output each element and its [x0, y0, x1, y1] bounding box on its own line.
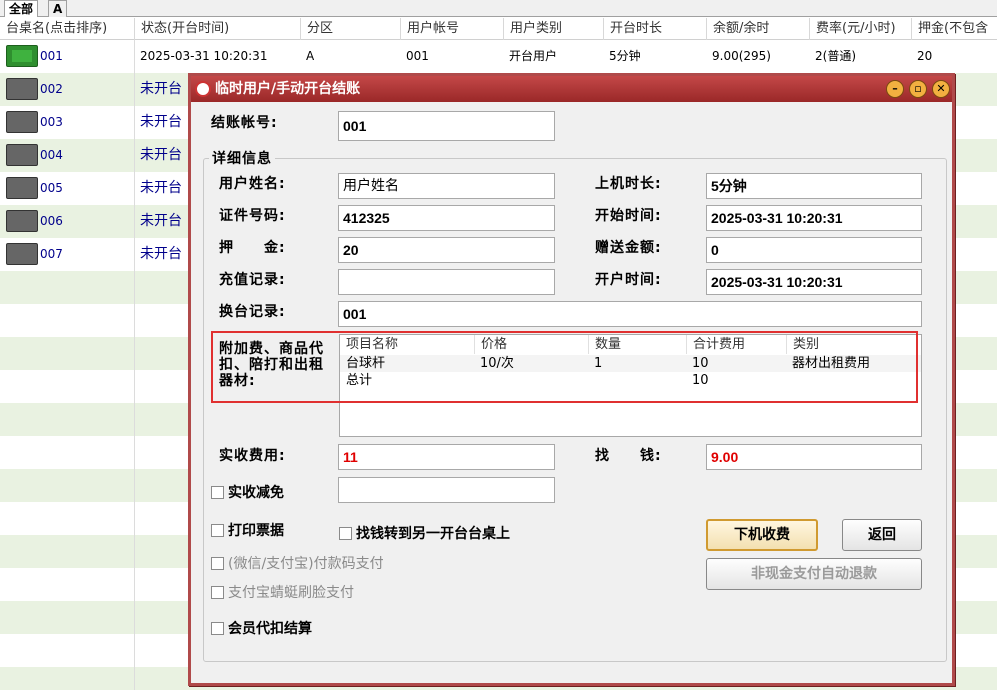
pool-table-icon: [6, 210, 38, 232]
highlight-box: [211, 331, 918, 403]
close-icon[interactable]: ✕: [932, 80, 950, 98]
alipay-face-label: 支付宝蜻蜓刷脸支付: [228, 585, 354, 601]
pool-table-icon: [6, 78, 38, 100]
gift-amount-field[interactable]: 0: [706, 237, 922, 263]
row-table-name: 006: [40, 214, 63, 228]
row-table-name: 001: [40, 49, 63, 63]
table-header: 台桌名(点击排序) 状态(开台时间) 分区 用户帐号 用户类别 开台时长 余额/…: [0, 18, 997, 40]
row-table-name: 002: [40, 82, 63, 96]
pool-table-icon: [6, 243, 38, 265]
checkbox-box[interactable]: [211, 523, 224, 537]
wechat-pay-label: (微信/支付宝)付款码支付: [228, 556, 384, 572]
row-zone: A: [306, 49, 315, 63]
row-table-name: 004: [40, 148, 63, 162]
open-time-label: 开户时间:: [595, 272, 662, 288]
col-header-zone[interactable]: 分区: [300, 18, 400, 40]
maximize-icon[interactable]: ▫: [909, 80, 927, 98]
column-divider: [134, 40, 135, 690]
deposit-field[interactable]: 20: [338, 237, 555, 263]
reduce-field[interactable]: [338, 477, 555, 503]
col-header-status[interactable]: 状态(开台时间): [134, 18, 300, 40]
row-status: 未开台: [140, 147, 182, 163]
row-account: 001: [406, 49, 429, 63]
checkout-button[interactable]: 下机收费: [706, 519, 818, 551]
pool-table-icon: [6, 111, 38, 133]
member-checkout-checkbox[interactable]: 会员代扣结算: [211, 618, 312, 638]
row-table-name: 007: [40, 247, 63, 261]
pool-table-icon: [6, 177, 38, 199]
pool-table-icon: [6, 144, 38, 166]
wechat-pay-checkbox[interactable]: (微信/支付宝)付款码支付: [211, 553, 384, 573]
row-status: 未开台: [140, 114, 182, 130]
actual-fee-field[interactable]: 11: [338, 444, 555, 470]
col-header-balance[interactable]: 余额/余时: [706, 18, 809, 40]
row-duration: 5分钟: [609, 49, 641, 63]
recharge-field[interactable]: [338, 269, 555, 295]
col-header-deposit[interactable]: 押金(不包含: [911, 18, 997, 40]
dialog-title-bar[interactable]: 临时用户/手动开台结账 – ▫ ✕: [191, 76, 952, 102]
col-header-table-name[interactable]: 台桌名(点击排序): [0, 18, 134, 40]
row-status: 未开台: [140, 213, 182, 229]
checkbox-box[interactable]: [339, 526, 352, 540]
alipay-face-checkbox[interactable]: 支付宝蜻蜓刷脸支付: [211, 582, 354, 602]
row-deposit: 20: [917, 49, 933, 63]
checkbox-box[interactable]: [211, 585, 224, 599]
open-time-field[interactable]: 2025-03-31 10:20:31: [706, 269, 922, 295]
deposit-label: 押 金:: [219, 240, 286, 256]
duration-label: 上机时长:: [595, 176, 662, 192]
auto-refund-button[interactable]: 非现金支付自动退款: [706, 558, 922, 590]
duration-field[interactable]: 5分钟: [706, 173, 922, 199]
actual-fee-label: 实收费用:: [219, 448, 286, 464]
row-user-type: 开台用户: [509, 49, 558, 63]
row-status: 未开台: [140, 81, 182, 97]
row-status: 未开台: [140, 246, 182, 262]
transfer-change-label: 找钱转到另一开台台桌上: [356, 526, 510, 542]
id-number-field[interactable]: 412325: [338, 205, 555, 231]
gift-amount-label: 赠送金额:: [595, 240, 662, 256]
detail-group-label: 详细信息: [209, 148, 275, 168]
start-time-field[interactable]: 2025-03-31 10:20:31: [706, 205, 922, 231]
col-header-user-type[interactable]: 用户类别: [503, 18, 603, 40]
change-table-field[interactable]: 001: [338, 301, 922, 327]
pool-table-icon: [6, 45, 38, 67]
checkbox-box[interactable]: [211, 556, 224, 570]
back-button[interactable]: 返回: [842, 519, 922, 551]
row-rate: 2(普通): [815, 49, 856, 63]
table-row[interactable]: 001 2025-03-31 10:20:31 A 001 开台用户 5分钟 9…: [0, 40, 997, 73]
minimize-icon[interactable]: –: [886, 80, 904, 98]
print-receipt-checkbox[interactable]: 打印票据: [211, 520, 284, 540]
reduce-checkbox-label: 实收减免: [228, 485, 284, 501]
row-balance: 9.00(295): [712, 49, 771, 63]
tab-a[interactable]: A: [48, 0, 68, 17]
app-icon: [195, 81, 211, 97]
col-header-account[interactable]: 用户帐号: [400, 18, 503, 40]
tab-bar: 全部 A: [0, 0, 997, 17]
checkbox-box[interactable]: [211, 485, 224, 499]
username-label: 用户姓名:: [219, 176, 286, 192]
tab-all[interactable]: 全部: [4, 0, 39, 17]
print-receipt-label: 打印票据: [228, 523, 284, 539]
change-money-label: 找 钱:: [595, 448, 662, 464]
checkbox-box[interactable]: [211, 621, 224, 635]
account-field[interactable]: 001: [338, 111, 555, 141]
id-number-label: 证件号码:: [219, 208, 286, 224]
reduce-checkbox[interactable]: 实收减免: [211, 482, 284, 502]
member-checkout-label: 会员代扣结算: [228, 621, 312, 637]
row-table-name: 005: [40, 181, 63, 195]
row-status: 2025-03-31 10:20:31: [140, 49, 268, 63]
transfer-change-checkbox[interactable]: 找钱转到另一开台台桌上: [339, 523, 510, 543]
col-header-rate[interactable]: 费率(元/小时): [809, 18, 911, 40]
change-money-field[interactable]: 9.00: [706, 444, 922, 470]
dialog-title: 临时用户/手动开台结账: [215, 81, 361, 97]
recharge-label: 充值记录:: [219, 272, 286, 288]
start-time-label: 开始时间:: [595, 208, 662, 224]
row-status: 未开台: [140, 180, 182, 196]
checkout-dialog: 临时用户/手动开台结账 – ▫ ✕ 结账帐号: 001 详细信息 用户姓名: 用…: [188, 73, 955, 686]
col-header-duration[interactable]: 开台时长: [603, 18, 706, 40]
row-table-name: 003: [40, 115, 63, 129]
account-label: 结账帐号:: [211, 115, 278, 131]
change-table-label: 换台记录:: [219, 304, 286, 320]
username-field[interactable]: 用户姓名: [338, 173, 555, 199]
